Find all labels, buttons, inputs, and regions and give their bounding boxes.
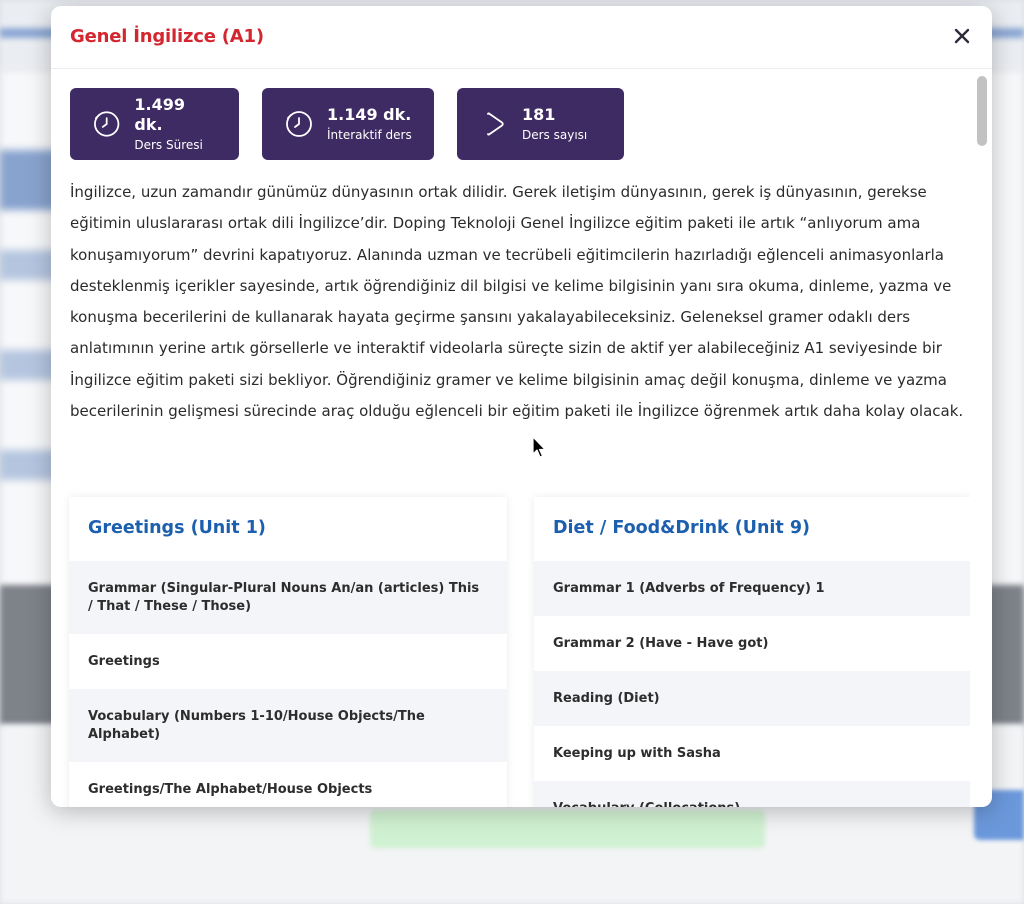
lesson-item[interactable]: Greetings	[69, 634, 507, 689]
stat-value: 181	[522, 105, 556, 124]
unit-card: Greetings (Unit 1) Grammar (Singular-Plu…	[69, 497, 507, 807]
lesson-item[interactable]: Vocabulary (Collocations)	[534, 781, 970, 807]
stat-value: 1.149 dk.	[327, 105, 412, 124]
stat-label: İnteraktif ders	[327, 128, 412, 142]
stat-label: Ders Süresi	[134, 138, 203, 152]
close-button[interactable]	[948, 22, 976, 50]
unit-title[interactable]: Greetings (Unit 1)	[69, 497, 507, 561]
stat-card-lessons: 181 Ders sayısı	[457, 88, 624, 160]
stat-card-duration: 1.499 dk. Ders Süresi	[70, 88, 239, 160]
unit-title[interactable]: Diet / Food&Drink (Unit 9)	[534, 497, 970, 561]
stats-row: 1.499 dk. Ders Süresi 1.149 dk. İnterakt…	[70, 88, 624, 160]
play-icon	[487, 112, 504, 136]
course-description: İngilizce, uzun zamandır günümüz dünyası…	[70, 183, 964, 421]
course-modal: Genel İngilizce (A1) 1.499 dk. Ders Süre…	[51, 6, 992, 807]
unit-card: Diet / Food&Drink (Unit 9) Grammar 1 (Ad…	[534, 497, 970, 807]
lesson-item[interactable]: Vocabulary (Numbers 1-10/House Objects/T…	[69, 689, 507, 762]
mouse-cursor-icon	[532, 436, 546, 458]
close-icon	[954, 28, 970, 44]
modal-scrollbar[interactable]	[976, 72, 988, 807]
clock-icon	[286, 111, 312, 137]
lesson-item[interactable]: Reading (Diet)	[534, 671, 970, 726]
lesson-item[interactable]: Keeping up with Sasha	[534, 726, 970, 781]
lesson-item[interactable]: Grammar 1 (Adverbs of Frequency) 1	[534, 561, 970, 616]
modal-header: Genel İngilizce (A1)	[51, 6, 992, 69]
scroll-thumb[interactable]	[977, 76, 987, 146]
stat-value: 1.499 dk.	[134, 95, 185, 134]
units-grid: Greetings (Unit 1) Grammar (Singular-Plu…	[69, 497, 970, 807]
stat-card-interactive: 1.149 dk. İnteraktif ders	[262, 88, 434, 160]
lesson-item[interactable]: Greetings/The Alphabet/House Objects	[69, 762, 507, 807]
lesson-item[interactable]: Grammar (Singular-Plural Nouns An/an (ar…	[69, 561, 507, 634]
modal-title: Genel İngilizce (A1)	[70, 26, 264, 47]
lesson-item[interactable]: Grammar 2 (Have - Have got)	[534, 616, 970, 671]
stat-label: Ders sayısı	[522, 128, 588, 142]
modal-body[interactable]: 1.499 dk. Ders Süresi 1.149 dk. İnterakt…	[51, 69, 970, 807]
clock-icon	[94, 111, 120, 137]
